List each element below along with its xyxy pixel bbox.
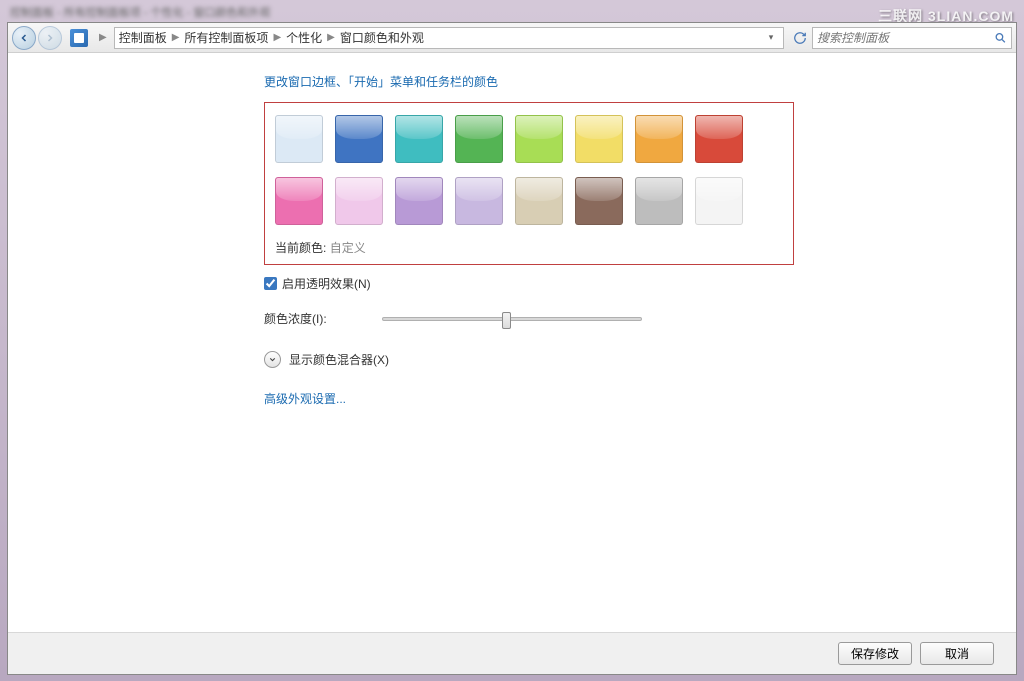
intensity-slider[interactable] <box>382 317 642 321</box>
button-bar: 保存修改 取消 <box>8 632 1016 674</box>
transparency-label[interactable]: 启用透明效果(N) <box>282 275 371 292</box>
refresh-icon <box>793 31 807 45</box>
slider-thumb[interactable] <box>502 312 511 329</box>
save-button[interactable]: 保存修改 <box>838 642 912 665</box>
advanced-appearance-link[interactable]: 高级外观设置... <box>264 390 794 407</box>
breadcrumb-item-1[interactable]: 所有控制面板项 <box>184 29 268 46</box>
breadcrumb-item-3[interactable]: 窗口颜色和外观 <box>340 29 424 46</box>
swatch-row-1 <box>275 115 783 163</box>
color-mixer-label: 显示颜色混合器(X) <box>289 351 389 368</box>
color-swatch[interactable] <box>515 115 563 163</box>
expand-button[interactable] <box>264 351 281 368</box>
intensity-row: 颜色浓度(I): <box>264 310 794 327</box>
color-swatch[interactable] <box>395 177 443 225</box>
current-color-value: 自定义 <box>330 241 366 255</box>
color-swatch[interactable] <box>695 115 743 163</box>
window-title-blurred: 控制面板 - 所有控制面板项 - 个性化 - 窗口颜色和外观 <box>10 4 270 20</box>
breadcrumb-item-2[interactable]: 个性化 <box>286 29 322 46</box>
swatch-row-2 <box>275 177 783 225</box>
breadcrumb-item-0[interactable]: 控制面板 <box>119 29 167 46</box>
color-swatch[interactable] <box>695 177 743 225</box>
breadcrumb-sep: ▶ <box>99 32 107 43</box>
color-swatch[interactable] <box>635 177 683 225</box>
color-swatch[interactable] <box>335 115 383 163</box>
content-area: 更改窗口边框、「开始」菜单和任务栏的颜色 当前颜色: 自定义 启用透明效果(N)… <box>8 53 1016 674</box>
breadcrumb-sep: ▶ <box>273 32 281 43</box>
current-color-line: 当前颜色: 自定义 <box>275 239 783 256</box>
back-button[interactable] <box>12 26 36 50</box>
chevron-down-icon <box>268 355 277 364</box>
window-frame: ▶ 控制面板 ▶ 所有控制面板项 ▶ 个性化 ▶ 窗口颜色和外观 ▾ 更改窗口边… <box>7 22 1017 675</box>
color-swatch[interactable] <box>635 115 683 163</box>
arrow-right-icon <box>44 32 56 44</box>
navigation-bar: ▶ 控制面板 ▶ 所有控制面板项 ▶ 个性化 ▶ 窗口颜色和外观 ▾ <box>8 23 1016 53</box>
transparency-checkbox[interactable] <box>264 277 277 290</box>
page-title: 更改窗口边框、「开始」菜单和任务栏的颜色 <box>264 73 794 90</box>
color-swatch[interactable] <box>335 177 383 225</box>
color-swatch[interactable] <box>275 115 323 163</box>
forward-button[interactable] <box>38 26 62 50</box>
transparency-row: 启用透明效果(N) <box>264 275 794 292</box>
control-panel-icon <box>70 29 88 47</box>
color-swatch[interactable] <box>455 177 503 225</box>
color-swatch[interactable] <box>275 177 323 225</box>
color-swatch-highlight-box: 当前颜色: 自定义 <box>264 102 794 265</box>
color-swatch[interactable] <box>575 115 623 163</box>
breadcrumb[interactable]: 控制面板 ▶ 所有控制面板项 ▶ 个性化 ▶ 窗口颜色和外观 ▾ <box>114 27 784 49</box>
search-box[interactable] <box>812 27 1012 49</box>
search-input[interactable] <box>817 31 994 45</box>
color-swatch[interactable] <box>455 115 503 163</box>
search-icon[interactable] <box>994 31 1007 45</box>
color-swatch[interactable] <box>575 177 623 225</box>
breadcrumb-sep: ▶ <box>327 32 335 43</box>
intensity-label: 颜色浓度(I): <box>264 310 364 327</box>
breadcrumb-sep: ▶ <box>172 32 180 43</box>
refresh-button[interactable] <box>792 30 808 46</box>
color-mixer-expander[interactable]: 显示颜色混合器(X) <box>264 351 794 368</box>
cancel-button[interactable]: 取消 <box>920 642 994 665</box>
arrow-left-icon <box>18 32 30 44</box>
breadcrumb-dropdown[interactable]: ▾ <box>763 32 779 43</box>
color-swatch[interactable] <box>515 177 563 225</box>
color-swatch[interactable] <box>395 115 443 163</box>
current-color-label: 当前颜色: <box>275 241 326 255</box>
